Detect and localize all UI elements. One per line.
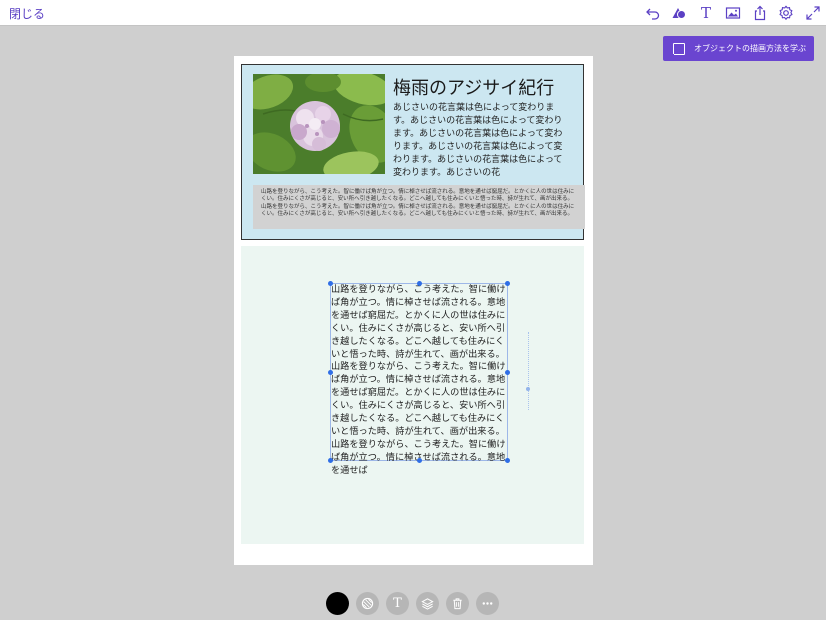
resize-handle-left[interactable] [328,370,333,375]
page-canvas[interactable]: 梅雨のアジサイ紀行 あじさいの花言葉は色によって変わります。あじさいの花言葉は色… [234,56,593,565]
card-description[interactable]: あじさいの花言葉は色によって変わります。あじさいの花言葉は色によって変わります。… [393,102,571,180]
scroll-knob[interactable] [526,387,530,391]
top-toolbar: 閉じる T [0,0,826,26]
light-green-section[interactable]: 山路を登りながら、こう考えた。智に働けば角が立つ。情に棹させば流される。意地を通… [241,246,584,544]
trash-icon[interactable] [446,592,469,615]
bottom-toolbar: T [326,592,506,616]
settings-icon[interactable] [776,3,796,23]
hydrangea-photo[interactable] [253,74,385,174]
resize-handle-top[interactable] [417,281,422,286]
resize-handle-top-left[interactable] [328,281,333,286]
more-icon[interactable] [476,592,499,615]
fill-icon[interactable] [356,592,379,615]
resize-handle-bottom[interactable] [417,458,422,463]
color-swatch[interactable] [326,592,349,615]
layers-icon[interactable] [416,592,439,615]
hydrangea-card[interactable]: 梅雨のアジサイ紀行 あじさいの花言葉は色によって変わります。あじさいの花言葉は色… [241,64,585,240]
scroll-guide [528,332,529,410]
card-gray-textbox[interactable]: 山路を登りながら、こう考えた。智に働けば角が立つ。情に棹させば流される。意地を通… [253,185,585,229]
share-icon[interactable] [750,3,770,23]
close-button[interactable]: 閉じる [9,5,45,22]
learn-button-label: オブジェクトの描画方法を学ぶ [694,44,806,53]
resize-handle-bottom-left[interactable] [328,458,333,463]
selected-text-object[interactable]: 山路を登りながら、こう考えた。智に働けば角が立つ。情に棹させば流される。意地を通… [328,281,510,476]
undo-icon[interactable] [643,3,663,23]
resize-handle-top-right[interactable] [505,281,510,286]
frame-icon [671,42,685,57]
text-style-icon[interactable]: T [386,592,409,615]
text-style-glyph: T [393,596,402,611]
card-title[interactable]: 梅雨のアジサイ紀行 [393,74,554,100]
fullscreen-icon[interactable] [803,3,823,23]
image-icon[interactable] [723,3,743,23]
resize-handle-bottom-right[interactable] [505,458,510,463]
learn-drawing-button[interactable]: オブジェクトの描画方法を学ぶ [663,36,814,61]
shape-icon[interactable] [669,3,689,23]
text-object-content[interactable]: 山路を登りながら、こう考えた。智に働けば角が立つ。情に棹させば流される。意地を通… [331,284,511,478]
text-tool-glyph: T [700,4,711,22]
text-icon[interactable]: T [696,3,716,23]
resize-handle-right[interactable] [505,370,510,375]
